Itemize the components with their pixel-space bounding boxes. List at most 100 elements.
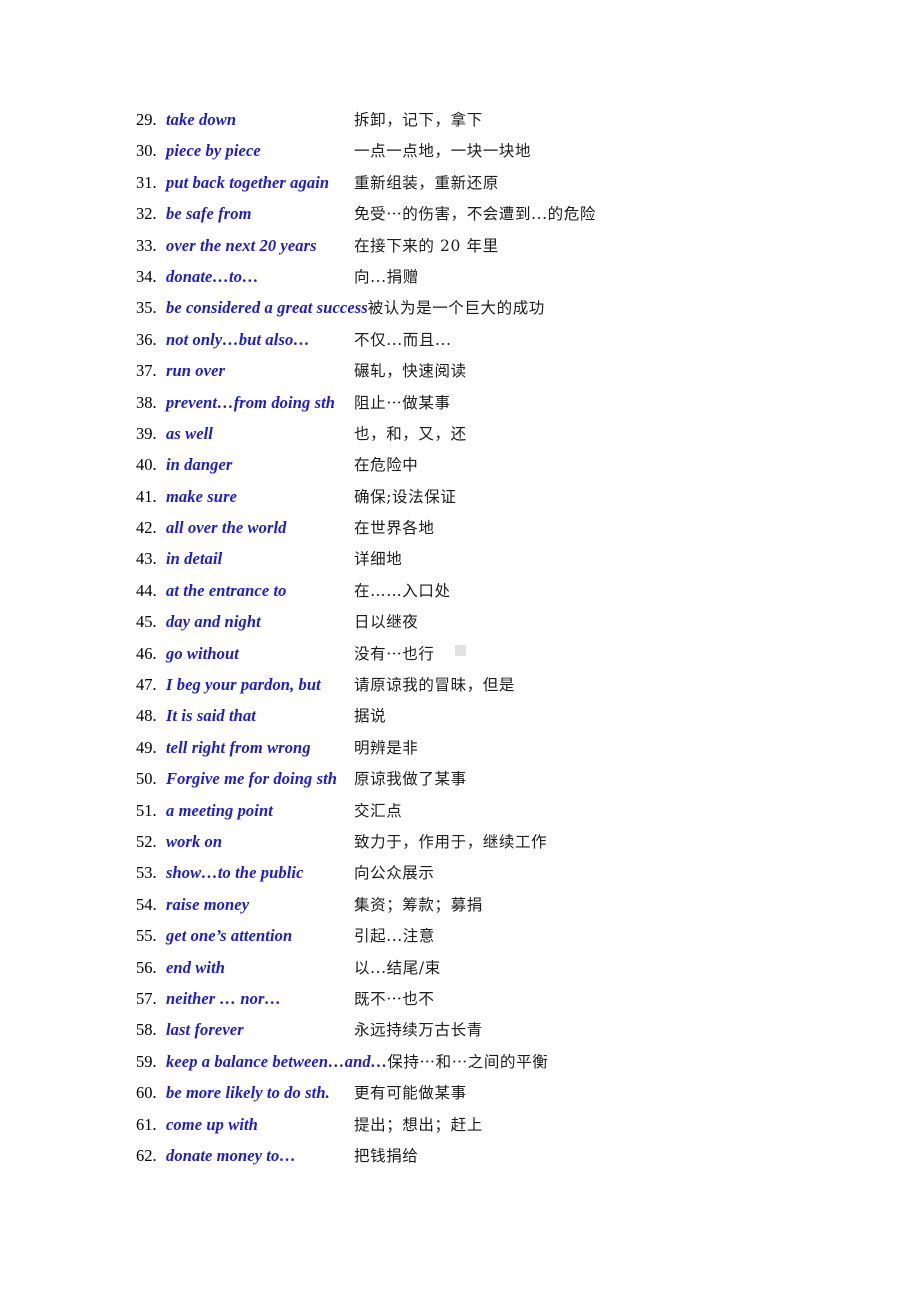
vocab-english-phrase: donate money to…	[166, 1145, 296, 1165]
vocab-english-phrase: in danger	[166, 455, 233, 475]
vocab-chinese-gloss: 交汇点	[354, 801, 403, 820]
vocab-row: 36. not only…but also… 不仅...而且...	[136, 328, 836, 359]
document-page: 29. take down 拆卸，记下，拿下 30. piece by piece 一点一…	[0, 0, 920, 1302]
vocab-english-phrase: not only…but also…	[166, 329, 310, 349]
vocab-chinese-gloss: 既不⋯也不	[354, 989, 435, 1008]
vocab-english-phrase: run over	[166, 361, 226, 381]
vocab-english-phrase: come up with	[166, 1114, 258, 1134]
vocab-row-number: 32.	[136, 204, 157, 224]
vocab-chinese-gloss: 保持⋯和⋯之间的平衡	[387, 1052, 549, 1071]
vocab-chinese-gloss: 被认为是一个巨大的成功	[367, 299, 545, 318]
vocab-english-phrase: at the entrance to	[166, 580, 287, 600]
vocab-chinese-gloss: 向公众展示	[354, 864, 435, 883]
vocab-row-number: 31.	[136, 172, 157, 192]
vocab-row: 34. donate…to… 向...捐赠	[136, 265, 836, 296]
vocab-chinese-gloss: 以...结尾/束	[354, 958, 441, 977]
vocab-english-phrase: tell right from wrong	[166, 737, 311, 757]
vocab-row-number: 47.	[136, 675, 157, 695]
vocab-row-number: 39.	[136, 423, 157, 443]
vocab-chinese-gloss: 不仅...而且...	[354, 330, 452, 349]
vocab-english-phrase: get one’s attention	[166, 926, 293, 946]
vocab-english-phrase: I beg your pardon, but	[166, 675, 321, 695]
vocab-row: 53. show…to the public 向公众展示	[136, 861, 836, 892]
vocab-english-phrase: in detail	[166, 549, 223, 569]
vocab-english-phrase: show…to the public	[166, 863, 304, 883]
vocab-row: 51. a meeting point 交汇点	[136, 799, 836, 830]
vocab-chinese-gloss: 详细地	[354, 550, 403, 569]
vocab-chinese-gloss: 在接下来的 20 年里	[354, 236, 499, 255]
vocab-chinese-gloss: 没有⋯也行	[354, 644, 435, 663]
vocab-row-number: 52.	[136, 831, 157, 851]
vocab-row: 43. in detail 详细地	[136, 547, 836, 578]
vocab-chinese-gloss: 向...捐赠	[354, 267, 419, 286]
vocab-row: 35. be considered a great success被认为是一个巨大…	[136, 296, 836, 327]
vocab-chinese-gloss: 一点一点地，一块一块地	[354, 142, 532, 161]
vocab-row-number: 40.	[136, 455, 157, 475]
vocab-english-phrase: take down	[166, 110, 237, 129]
vocab-row: 42. all over the world 在世界各地	[136, 516, 836, 547]
vocab-row-number: 33.	[136, 235, 157, 255]
vocab-row: 41. make sure 确保;设法保证	[136, 485, 836, 516]
vocab-english-phrase: raise money	[166, 894, 250, 914]
vocab-row-number: 29.	[136, 110, 157, 129]
vocab-english-phrase: all over the world	[166, 518, 287, 538]
vocab-english-phrase: prevent…from doing sth	[166, 392, 336, 412]
vocab-english-phrase: It is said that	[166, 706, 256, 726]
vocab-english-phrase: be safe from	[166, 204, 252, 224]
vocab-english-phrase: piece by piece	[166, 141, 261, 161]
vocab-row-number: 57.	[136, 988, 157, 1008]
vocab-chinese-gloss: 在危险中	[354, 456, 419, 475]
vocab-english-phrase: put back together again	[166, 172, 330, 192]
vocab-row: 31. put back together again 重新组装，重新还原	[136, 171, 836, 202]
vocab-row-number: 42.	[136, 518, 157, 538]
vocab-row-number: 34.	[136, 266, 157, 286]
vocab-row-number: 30.	[136, 141, 157, 161]
vocab-chinese-gloss: 阻止⋯做某事	[354, 393, 451, 412]
vocab-row: 38. prevent…from doing sth 阻止⋯做某事	[136, 391, 836, 422]
vocab-chinese-gloss: 提出；想出；赶上	[354, 1115, 483, 1134]
vocab-row: 62. donate money to… 把钱捐给	[136, 1144, 836, 1175]
vocab-row: 59. keep a balance between…and…保持⋯和⋯之间的平衡	[136, 1050, 836, 1081]
vocab-row: 58. last forever 永远持续万古长青	[136, 1018, 836, 1049]
vocab-row: 46. go without 没有⋯也行	[136, 642, 836, 673]
vocab-row-number: 38.	[136, 392, 157, 412]
vocab-row: 29. take down 拆卸，记下，拿下	[136, 108, 836, 139]
vocab-row: 49. tell right from wrong 明辨是非	[136, 736, 836, 767]
vocab-row: 54. raise money 集资；筹款；募捐	[136, 893, 836, 924]
vocab-english-phrase: be more likely to do sth.	[166, 1083, 330, 1103]
vocab-row-number: 61.	[136, 1114, 157, 1134]
vocab-english-phrase: day and night	[166, 612, 261, 632]
vocab-row: 57. neither … nor… 既不⋯也不	[136, 987, 836, 1018]
vocab-english-phrase: make sure	[166, 486, 238, 506]
vocab-row: 44. at the entrance to 在……入口处	[136, 579, 836, 610]
vocab-chinese-gloss: 致力于，作用于，继续工作	[354, 832, 548, 851]
vocab-chinese-gloss: 确保;设法保证	[354, 487, 457, 506]
vocab-english-phrase: Forgive me for doing sth	[166, 769, 338, 789]
vocab-chinese-gloss: 免受⋯的伤害，不会遭到...的危险	[354, 205, 596, 224]
vocab-row-number: 48.	[136, 706, 157, 726]
vocab-row-number: 50.	[136, 769, 157, 789]
vocab-chinese-gloss: 永远持续万古长青	[354, 1021, 483, 1040]
vocab-row-number: 45.	[136, 612, 157, 632]
vocab-row: 40. in danger 在危险中	[136, 453, 836, 484]
vocab-row: 45. day and night 日以继夜	[136, 610, 836, 641]
vocab-chinese-gloss: 碾轧，快速阅读	[354, 362, 467, 381]
vocab-chinese-gloss: 据说	[354, 707, 387, 726]
vocab-row-number: 49.	[136, 737, 157, 757]
vocab-row-number: 37.	[136, 361, 157, 381]
vocab-row: 61. come up with 提出；想出；赶上	[136, 1113, 836, 1144]
vocab-chinese-gloss: 请原谅我的冒昧，但是	[354, 676, 516, 695]
vocab-row: 52. work on 致力于，作用于，继续工作	[136, 830, 836, 861]
vocab-chinese-gloss: 引起...注意	[354, 927, 435, 946]
vocab-chinese-gloss: 更有可能做某事	[354, 1084, 467, 1103]
vocab-row-number: 44.	[136, 580, 157, 600]
vocab-row-number: 51.	[136, 800, 157, 820]
vocab-english-phrase: over the next 20 years	[166, 235, 317, 255]
vocab-row: 56. end with 以...结尾/束	[136, 956, 836, 987]
vocabulary-list: 29. take down 拆卸，记下，拿下 30. piece by piece 一点一…	[136, 108, 836, 1175]
vocab-chinese-gloss: 明辨是非	[354, 738, 419, 757]
vocab-row: 30. piece by piece 一点一点地，一块一块地	[136, 139, 836, 170]
vocab-chinese-gloss: 把钱捐给	[354, 1146, 419, 1165]
vocab-chinese-gloss: 也，和，又，还	[354, 424, 467, 443]
vocab-row-number: 46.	[136, 643, 157, 663]
